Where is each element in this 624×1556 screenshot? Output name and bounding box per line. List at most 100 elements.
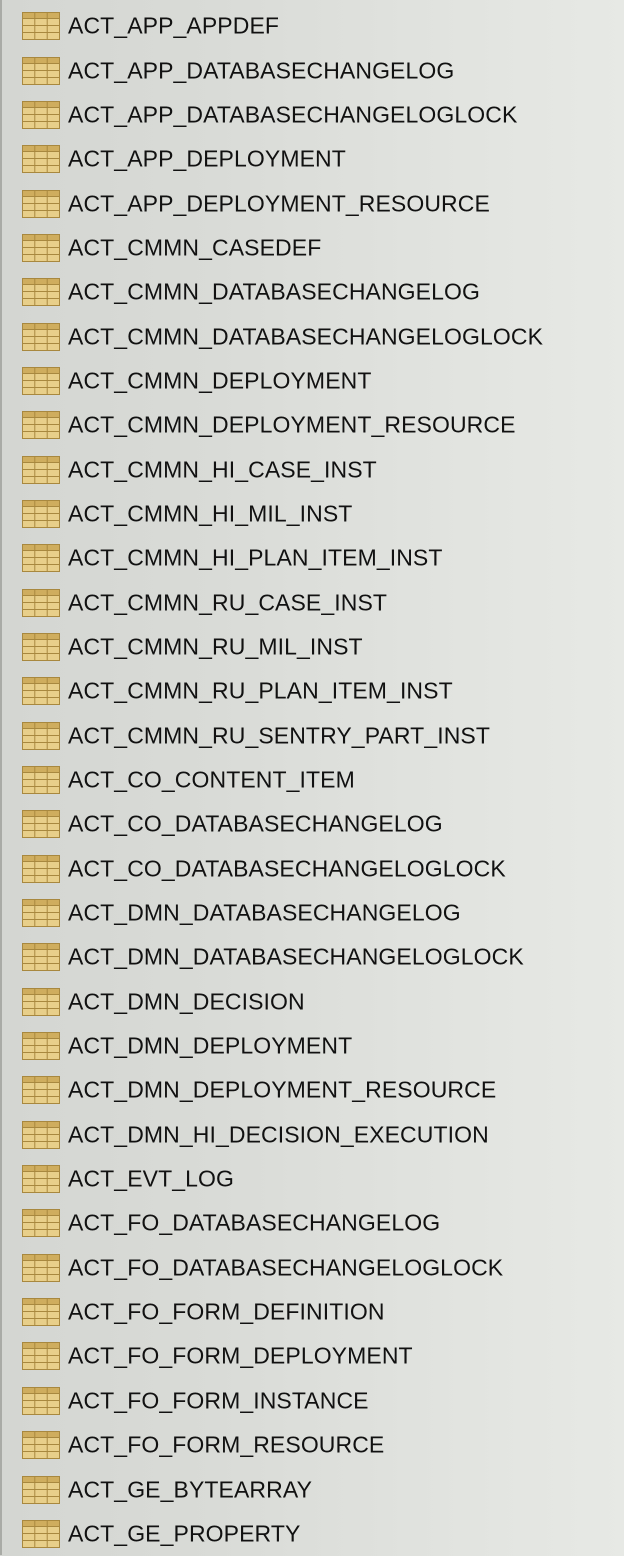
table-name: ACT_CMMN_HI_PLAN_ITEM_INST xyxy=(68,544,443,571)
table-icon xyxy=(22,1475,60,1504)
table-list-item[interactable]: ACT_CMMN_DATABASECHANGELOG xyxy=(0,270,624,314)
table-name: ACT_CO_DATABASECHANGELOG xyxy=(68,810,443,837)
table-list-item[interactable]: ACT_GE_BYTEARRAY xyxy=(0,1467,624,1511)
table-icon xyxy=(22,100,60,129)
table-name: ACT_CMMN_HI_CASE_INST xyxy=(68,456,377,483)
table-name: ACT_FO_FORM_DEFINITION xyxy=(68,1298,385,1325)
table-name: ACT_GE_PROPERTY xyxy=(68,1520,301,1547)
table-list-item[interactable]: ACT_APP_DEPLOYMENT_RESOURCE xyxy=(0,181,624,225)
table-list-item[interactable]: ACT_CMMN_HI_MIL_INST xyxy=(0,492,624,536)
table-icon xyxy=(22,1519,60,1548)
table-icon xyxy=(22,987,60,1016)
table-icon xyxy=(22,810,60,839)
table-name: ACT_FO_DATABASECHANGELOG xyxy=(68,1209,441,1236)
table-list-item[interactable]: ACT_APP_DEPLOYMENT xyxy=(0,137,624,181)
table-name: ACT_FO_FORM_RESOURCE xyxy=(68,1431,385,1458)
table-name: ACT_CMMN_CASEDEF xyxy=(68,234,322,261)
table-list-item[interactable]: ACT_CMMN_HI_CASE_INST xyxy=(0,447,624,491)
table-list-item[interactable]: ACT_APP_DATABASECHANGELOGLOCK xyxy=(0,93,624,137)
table-list-item[interactable]: ACT_FO_FORM_RESOURCE xyxy=(0,1423,624,1467)
table-list-item[interactable]: ACT_CMMN_RU_PLAN_ITEM_INST xyxy=(0,669,624,713)
table-list-item[interactable]: ACT_CMMN_DEPLOYMENT xyxy=(0,359,624,403)
table-icon xyxy=(22,544,60,573)
table-icon xyxy=(22,1076,60,1105)
table-list-item[interactable]: ACT_CMMN_RU_CASE_INST xyxy=(0,580,624,624)
table-list-item[interactable]: ACT_APP_DATABASECHANGELOG xyxy=(0,48,624,92)
table-name: ACT_DMN_DATABASECHANGELOG xyxy=(68,899,461,926)
table-list-item[interactable]: ACT_CO_DATABASECHANGELOGLOCK xyxy=(0,847,624,891)
table-list-item[interactable]: ACT_DMN_DECISION xyxy=(0,980,624,1024)
table-list-item[interactable]: ACT_CMMN_RU_SENTRY_PART_INST xyxy=(0,714,624,758)
table-name: ACT_CMMN_RU_PLAN_ITEM_INST xyxy=(68,677,453,704)
table-list-item[interactable]: ACT_DMN_DEPLOYMENT xyxy=(0,1024,624,1068)
table-list-item[interactable]: ACT_DMN_DATABASECHANGELOGLOCK xyxy=(0,935,624,979)
table-name: ACT_CMMN_DEPLOYMENT xyxy=(68,367,372,394)
table-name: ACT_CMMN_DEPLOYMENT_RESOURCE xyxy=(68,411,516,438)
table-icon xyxy=(22,278,60,307)
table-list-item[interactable]: ACT_DMN_DATABASECHANGELOG xyxy=(0,891,624,935)
table-name: ACT_CMMN_HI_MIL_INST xyxy=(68,500,353,527)
table-icon xyxy=(22,1120,60,1149)
table-name: ACT_DMN_DEPLOYMENT xyxy=(68,1032,353,1059)
table-icon xyxy=(22,1342,60,1371)
table-name: ACT_DMN_DEPLOYMENT_RESOURCE xyxy=(68,1076,497,1103)
table-list-item[interactable]: ACT_FO_DATABASECHANGELOG xyxy=(0,1201,624,1245)
table-icon xyxy=(22,1032,60,1061)
table-icon xyxy=(22,233,60,262)
table-name: ACT_APP_DATABASECHANGELOG xyxy=(68,57,455,84)
table-list-item[interactable]: ACT_FO_FORM_DEPLOYMENT xyxy=(0,1334,624,1378)
table-name: ACT_EVT_LOG xyxy=(68,1165,234,1192)
table-list-item[interactable]: ACT_DMN_DEPLOYMENT_RESOURCE xyxy=(0,1068,624,1112)
table-icon xyxy=(22,766,60,795)
table-name: ACT_DMN_HI_DECISION_EXECUTION xyxy=(68,1121,489,1148)
table-name: ACT_CMMN_DATABASECHANGELOG xyxy=(68,278,480,305)
table-list-item[interactable]: ACT_CO_CONTENT_ITEM xyxy=(0,758,624,802)
table-icon xyxy=(22,588,60,617)
table-list: ACT_APP_APPDEF ACT_APP_DATABASECHANGELOG… xyxy=(0,4,624,1556)
table-name: ACT_APP_DEPLOYMENT xyxy=(68,145,346,172)
table-icon xyxy=(22,499,60,528)
table-name: ACT_CMMN_RU_SENTRY_PART_INST xyxy=(68,722,490,749)
table-list-item[interactable]: ACT_FO_DATABASECHANGELOGLOCK xyxy=(0,1246,624,1290)
table-icon xyxy=(22,899,60,928)
table-list-item[interactable]: ACT_FO_FORM_DEFINITION xyxy=(0,1290,624,1334)
table-icon xyxy=(22,411,60,440)
table-icon xyxy=(22,1298,60,1327)
table-name: ACT_DMN_DECISION xyxy=(68,988,305,1015)
table-list-item[interactable]: ACT_CMMN_CASEDEF xyxy=(0,226,624,270)
table-name: ACT_CO_DATABASECHANGELOGLOCK xyxy=(68,855,506,882)
table-icon xyxy=(22,322,60,351)
table-icon xyxy=(22,632,60,661)
table-icon xyxy=(22,721,60,750)
table-icon xyxy=(22,12,60,41)
table-icon xyxy=(22,455,60,484)
table-name: ACT_CO_CONTENT_ITEM xyxy=(68,766,355,793)
table-icon xyxy=(22,145,60,174)
table-list-item[interactable]: ACT_CMMN_HI_PLAN_ITEM_INST xyxy=(0,536,624,580)
table-icon xyxy=(22,943,60,972)
table-name: ACT_DMN_DATABASECHANGELOGLOCK xyxy=(68,943,524,970)
table-list-item[interactable]: ACT_FO_FORM_INSTANCE xyxy=(0,1379,624,1423)
table-list-item[interactable]: ACT_DMN_HI_DECISION_EXECUTION xyxy=(0,1113,624,1157)
table-name: ACT_APP_DEPLOYMENT_RESOURCE xyxy=(68,190,490,217)
table-list-item[interactable]: ACT_EVT_LOG xyxy=(0,1157,624,1201)
table-name: ACT_FO_FORM_DEPLOYMENT xyxy=(68,1342,413,1369)
table-list-item[interactable]: ACT_CMMN_DATABASECHANGELOGLOCK xyxy=(0,314,624,358)
table-name: ACT_APP_APPDEF xyxy=(68,12,280,39)
table-name: ACT_FO_DATABASECHANGELOGLOCK xyxy=(68,1254,504,1281)
table-list-item[interactable]: ACT_CO_DATABASECHANGELOG xyxy=(0,802,624,846)
table-name: ACT_GE_BYTEARRAY xyxy=(68,1476,313,1503)
table-name: ACT_CMMN_DATABASECHANGELOGLOCK xyxy=(68,323,544,350)
table-icon xyxy=(22,1386,60,1415)
table-name: ACT_FO_FORM_INSTANCE xyxy=(68,1387,369,1414)
table-icon xyxy=(22,366,60,395)
table-list-item[interactable]: ACT_CMMN_RU_MIL_INST xyxy=(0,625,624,669)
table-list-item[interactable]: ACT_CMMN_DEPLOYMENT_RESOURCE xyxy=(0,403,624,447)
table-list-item[interactable]: ACT_GE_PROPERTY xyxy=(0,1512,624,1556)
table-icon xyxy=(22,1165,60,1194)
table-icon xyxy=(22,56,60,85)
table-icon xyxy=(22,189,60,218)
table-list-item[interactable]: ACT_APP_APPDEF xyxy=(0,4,624,48)
table-icon xyxy=(22,1209,60,1238)
table-icon xyxy=(22,677,60,706)
